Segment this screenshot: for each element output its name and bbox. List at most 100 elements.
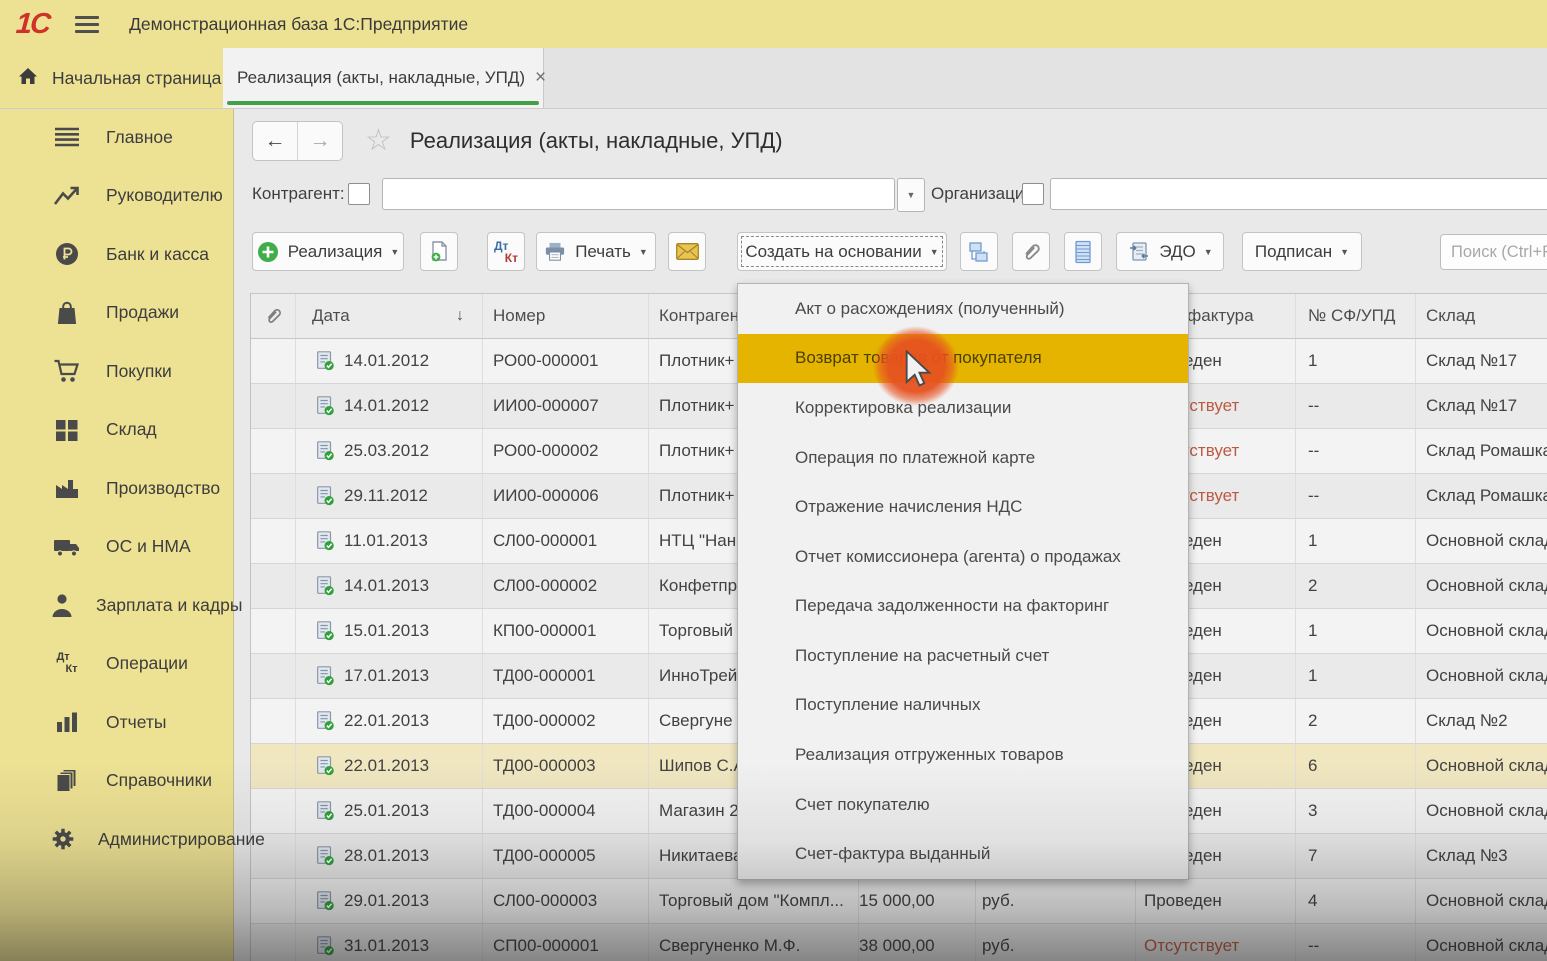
sf-number-cell: 7 — [1296, 834, 1416, 878]
sf-number-cell: 1 — [1296, 654, 1416, 698]
structure-icon — [967, 240, 991, 264]
document-posted-icon — [314, 440, 336, 462]
date-cell: 17.01.2013 — [296, 654, 483, 698]
sidebar-item[interactable]: ДтКт Операции — [0, 635, 233, 694]
sidebar-item[interactable]: Зарплата и кадры — [0, 576, 233, 635]
organization-input[interactable] — [1050, 178, 1547, 210]
sidebar-item[interactable]: Справочники — [0, 752, 233, 811]
context-menu-item[interactable]: Отчет комиссионера (агента) о продажах — [738, 532, 1188, 582]
tab-realization[interactable]: Реализация (акты, накладные, УПД) × — [223, 48, 544, 108]
number-cell: СЛ00-000003 — [483, 879, 649, 923]
number-column-header[interactable]: Номер — [483, 294, 649, 338]
context-menu-item[interactable]: Поступление наличных — [738, 681, 1188, 731]
attachment-cell — [251, 519, 296, 563]
attachment-cell — [251, 654, 296, 698]
sidebar-item[interactable]: ОС и НМА — [0, 518, 233, 577]
sidebar-item[interactable]: Администрирование — [0, 810, 233, 869]
document-posted-icon — [314, 620, 336, 642]
context-menu-item[interactable]: Операция по платежной карте — [738, 433, 1188, 483]
contragent-dropdown-caret-icon[interactable]: ▼ — [897, 178, 925, 212]
number-cell: ТД00-000003 — [483, 744, 649, 788]
contragent-input[interactable] — [382, 178, 895, 210]
favorite-star-icon[interactable]: ☆ — [365, 126, 392, 156]
sort-desc-icon: ↓ — [456, 307, 464, 325]
currency-cell: руб. — [976, 924, 1136, 961]
context-menu-item[interactable]: Поступление на расчетный счет — [738, 631, 1188, 681]
date-cell: 14.01.2013 — [296, 564, 483, 608]
sidebar-item[interactable]: Банк и касса — [0, 225, 233, 284]
context-menu-item[interactable]: Отражение начисления НДС — [738, 482, 1188, 532]
plus-icon — [257, 241, 279, 263]
date-column-header[interactable]: Дата↓ — [296, 294, 483, 338]
back-button[interactable]: ← — [253, 122, 298, 160]
attachments-button[interactable] — [1012, 232, 1050, 271]
warehouse-cell: Основной склад — [1416, 936, 1547, 956]
sidebar-item[interactable]: Продажи — [0, 284, 233, 343]
date-cell: 22.01.2013 — [296, 744, 483, 788]
sf-number-cell: 4 — [1296, 879, 1416, 923]
table-row[interactable]: 29.01.2013 СЛ00-000003 Торговый дом "Ком… — [251, 879, 1547, 924]
context-menu-item[interactable]: Счет покупателю — [738, 780, 1188, 830]
context-menu-item[interactable]: Счет-фактура выданный — [738, 829, 1188, 879]
sf-number-cell: 1 — [1296, 339, 1416, 383]
related-documents-button[interactable] — [960, 232, 998, 271]
sidebar-item[interactable]: Склад — [0, 401, 233, 460]
context-menu-item[interactable]: Передача задолженности на факторинг — [738, 581, 1188, 631]
table-row[interactable]: 31.01.2013 СП00-000001 Свергуненко М.Ф. … — [251, 924, 1547, 961]
warehouse-column-header[interactable]: Склад — [1416, 306, 1547, 326]
main-menu-icon[interactable] — [75, 16, 99, 33]
copy-document-button[interactable] — [420, 232, 458, 271]
document-posted-icon — [314, 800, 336, 822]
number-cell: РО00-000002 — [483, 429, 649, 473]
edo-button[interactable]: ЭДО▼ — [1116, 232, 1224, 271]
sidebar-item[interactable]: Отчеты — [0, 693, 233, 752]
search-input[interactable] — [1440, 234, 1547, 270]
signed-filter-button[interactable]: Подписан▼ — [1242, 232, 1362, 271]
dtkt-icon: ДтКт — [50, 652, 84, 675]
home-icon — [16, 64, 40, 93]
number-cell: КП00-000001 — [483, 609, 649, 653]
attachment-cell — [251, 744, 296, 788]
chart-icon — [50, 710, 84, 734]
grid-icon — [50, 418, 84, 442]
context-menu-item[interactable]: Акт о расхождениях (полученный) — [738, 284, 1188, 334]
contragent-label: Контрагент: — [252, 184, 345, 204]
tab-home[interactable]: Начальная страница — [0, 48, 224, 108]
attachment-column-header[interactable] — [251, 294, 296, 338]
sf-number-cell: 2 — [1296, 564, 1416, 608]
forward-button[interactable]: → — [298, 122, 342, 160]
sidebar-item[interactable]: Производство — [0, 459, 233, 518]
attachment-cell — [251, 609, 296, 653]
sidebar-item[interactable]: Покупки — [0, 342, 233, 401]
contragent-checkbox[interactable] — [348, 183, 370, 205]
cart-icon — [50, 359, 84, 383]
person-icon — [50, 592, 74, 618]
sidebar-item[interactable]: Руководителю — [0, 167, 233, 226]
date-cell: 25.03.2012 — [296, 429, 483, 473]
dropdown-caret-icon: ▼ — [639, 247, 648, 257]
close-icon[interactable]: × — [535, 67, 546, 89]
ruble-icon — [50, 242, 84, 266]
context-menu-item[interactable]: Корректировка реализации — [738, 383, 1188, 433]
create-from-button[interactable]: Создать на основании▼ — [737, 232, 947, 271]
sum-cell: 15 000,00 — [859, 879, 976, 923]
dtkt-posting-button[interactable]: Дт Кт — [487, 232, 525, 271]
register-records-button[interactable] — [1064, 232, 1102, 271]
document-posted-icon — [314, 935, 336, 957]
warehouse-cell: Склад №17 — [1416, 351, 1547, 371]
invoice-status: Отсутствует — [1136, 924, 1296, 961]
truck-icon — [50, 536, 84, 558]
warehouse-cell: Склад №2 — [1416, 711, 1547, 731]
sidebar-item[interactable]: Главное — [0, 108, 233, 167]
context-menu-item[interactable]: Реализация отгруженных товаров — [738, 730, 1188, 780]
organization-checkbox[interactable] — [1022, 183, 1044, 205]
sf-number-cell: -- — [1296, 429, 1416, 473]
context-menu-item[interactable]: Возврат товаров от покупателя — [738, 334, 1188, 384]
menu-lines-icon — [50, 127, 84, 147]
print-button[interactable]: Печать▼ — [536, 232, 656, 271]
create-realization-button[interactable]: Реализация▼ — [252, 232, 404, 271]
document-posted-icon — [314, 395, 336, 417]
sf-number-column-header[interactable]: № СФ/УПД — [1296, 294, 1416, 338]
email-button[interactable] — [668, 232, 706, 271]
window-title: Демонстрационная база 1С:Предприятие — [129, 14, 468, 35]
